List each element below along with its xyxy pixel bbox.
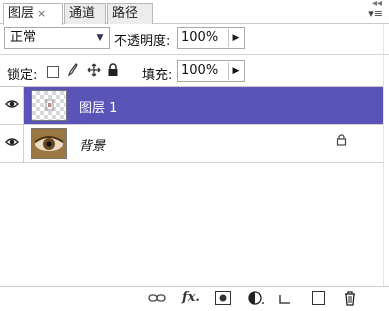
layer-thumbnail[interactable] [31, 90, 67, 121]
visibility-toggle[interactable] [0, 87, 24, 124]
lock-icon [336, 134, 347, 150]
lock-all-icon[interactable] [107, 63, 119, 81]
fill-slider-arrow-icon[interactable]: ▶ [228, 62, 243, 80]
chevron-down-icon[interactable]: ▼ [93, 30, 107, 46]
link-icon[interactable] [148, 292, 166, 310]
layers-list: 图层 1 背景 [0, 86, 383, 286]
group-folder-icon[interactable] [278, 291, 292, 309]
lock-transparent-icon[interactable] [47, 66, 59, 78]
opacity-slider-arrow-icon[interactable]: ▶ [228, 29, 243, 47]
layer-name[interactable]: 图层 1 [79, 97, 117, 116]
tab-channels[interactable]: 通道 [64, 3, 106, 24]
fill-field[interactable]: 100% ▶ [177, 60, 245, 82]
adjustment-layer-icon[interactable] [248, 291, 266, 309]
opacity-field[interactable]: 100% ▶ [177, 27, 245, 49]
layers-bottom-toolbar: fx. [0, 286, 389, 311]
opacity-label: 不透明度: [114, 34, 171, 49]
layer-row-background[interactable]: 背景 [0, 125, 383, 163]
fill-value[interactable]: 100% [181, 63, 218, 78]
fx-icon[interactable]: fx. [182, 290, 200, 308]
tab-paths-label: 路径 [112, 6, 139, 21]
visibility-toggle[interactable] [0, 125, 24, 162]
layer-name[interactable]: 背景 [79, 135, 105, 154]
scrollbar[interactable] [383, 24, 389, 286]
tab-layers[interactable]: 图层 × [3, 3, 63, 25]
layer-row-layer1[interactable]: 图层 1 [0, 87, 383, 125]
panel-menu-icon[interactable]: ▾≡ [368, 8, 383, 19]
lock-image-icon[interactable] [66, 63, 78, 81]
lock-fill-row: 锁定: 填充: 100% ▶ [0, 54, 389, 86]
eye-icon[interactable] [5, 137, 19, 147]
lock-position-icon[interactable] [87, 63, 101, 81]
layers-panel: 图层 × 通道 路径 ◂◂ ▾≡ 正常 ▼ 不透明度: 100% ▶ 锁定: 填… [0, 0, 389, 311]
blend-opacity-row: 正常 ▼ 不透明度: 100% ▶ [0, 24, 389, 54]
layer-thumbnail[interactable] [31, 128, 67, 159]
eye-icon[interactable] [5, 99, 19, 109]
layer-mask-icon[interactable] [215, 291, 231, 305]
panel-tab-bar: 图层 × 通道 路径 ◂◂ ▾≡ [0, 0, 389, 25]
lock-label: 锁定: [7, 68, 38, 83]
blend-mode-value: 正常 [10, 30, 37, 45]
fill-label: 填充: [142, 68, 173, 83]
tab-channels-label: 通道 [69, 6, 96, 21]
tab-close-icon[interactable]: × [37, 7, 46, 20]
panel-controls: ◂◂ ▾≡ [368, 0, 385, 24]
new-layer-icon[interactable] [312, 291, 325, 305]
tab-paths[interactable]: 路径 [107, 3, 153, 24]
tab-layers-label: 图层 [8, 6, 35, 21]
trash-icon[interactable] [343, 290, 357, 308]
blend-mode-select[interactable]: 正常 ▼ [4, 27, 110, 49]
opacity-value[interactable]: 100% [181, 30, 218, 45]
